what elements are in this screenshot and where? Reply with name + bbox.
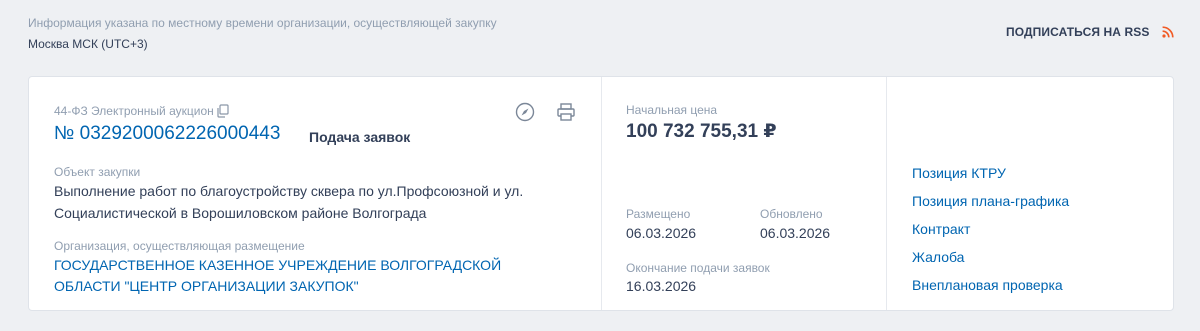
compass-icon[interactable]	[515, 102, 535, 122]
complaint-link[interactable]: Жалоба	[912, 249, 964, 265]
timezone-value: Москва МСК (UTC+3)	[28, 37, 148, 51]
object-label: Объект закупки	[54, 165, 141, 179]
ktru-position-link[interactable]: Позиция КТРУ	[912, 165, 1006, 181]
contract-link[interactable]: Контракт	[912, 221, 970, 237]
unscheduled-inspection-link[interactable]: Внеплановая проверка	[912, 277, 1063, 293]
purchase-status: Подача заявок	[309, 129, 411, 145]
organization-link[interactable]: ГОСУДАРСТВЕННОЕ КАЗЕННОЕ УЧРЕЖДЕНИЕ ВОЛГ…	[54, 255, 534, 297]
updated-date: 06.03.2026	[760, 225, 831, 241]
deadline-label: Окончание подачи заявок	[626, 261, 770, 275]
purchase-object: Выполнение работ по благоустройству скве…	[54, 183, 524, 221]
column-divider	[886, 77, 887, 310]
organization-label: Организация, осуществляющая размещение	[54, 239, 305, 253]
print-icon[interactable]	[556, 102, 576, 122]
column-divider	[601, 77, 602, 310]
updated-label: Обновлено	[760, 207, 823, 221]
initial-price: 100 732 755,31 ₽	[626, 121, 777, 142]
timezone-note: Информация указана по местному времени о…	[28, 16, 497, 30]
deadline-date: 16.03.2026	[626, 278, 697, 294]
rss-subscribe-link[interactable]: ПОДПИСАТЬСЯ НА RSS	[1006, 25, 1149, 39]
purchase-number-link[interactable]: № 0329200062226000443	[54, 123, 280, 145]
placed-label: Размещено	[626, 207, 691, 221]
price-label: Начальная цена	[626, 103, 718, 117]
rss-icon[interactable]	[1162, 26, 1174, 38]
purchase-card: 44-ФЗ Электронный аукцион № 032920006222…	[28, 76, 1174, 311]
copy-icon[interactable]	[216, 104, 230, 118]
law-type: 44-ФЗ Электронный аукцион	[54, 104, 214, 118]
plan-schedule-link[interactable]: Позиция плана-графика	[912, 193, 1069, 209]
placed-date: 06.03.2026	[626, 225, 697, 241]
